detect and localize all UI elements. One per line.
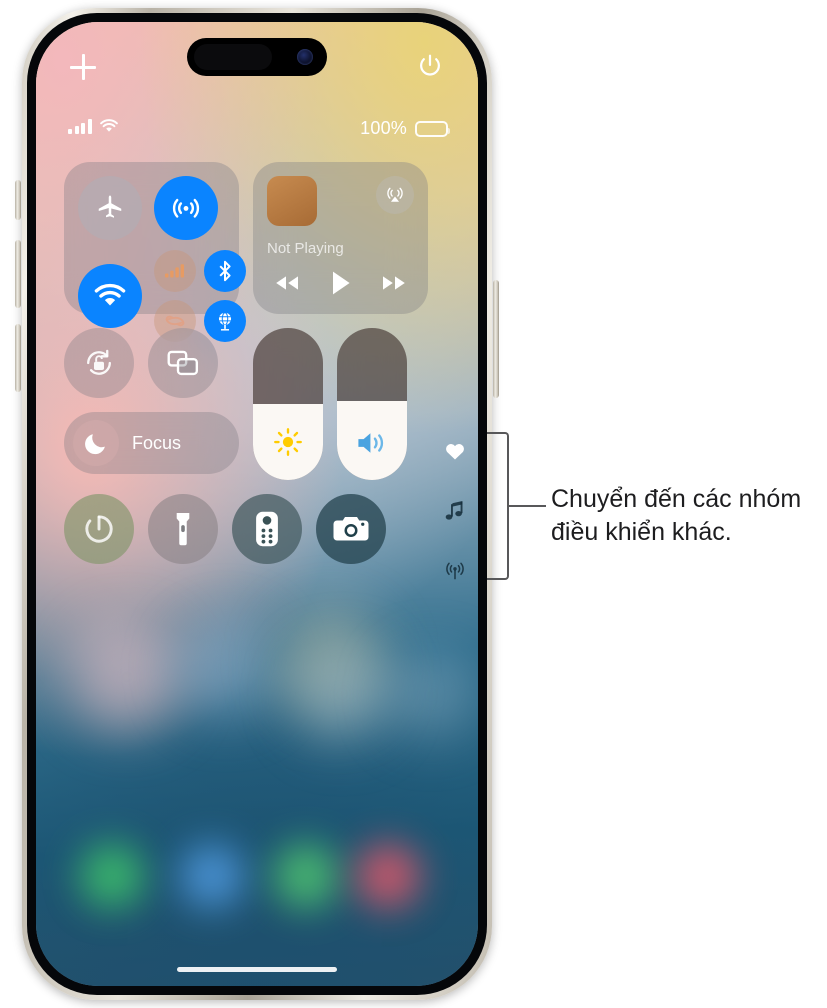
apple-tv-remote-icon xyxy=(256,511,278,547)
screen-mirroring-toggle[interactable] xyxy=(148,328,218,398)
bluetooth-toggle[interactable] xyxy=(204,250,246,292)
speaker-glyph xyxy=(358,433,384,453)
fast-forward-icon[interactable] xyxy=(380,273,408,293)
media-transport-controls xyxy=(267,270,414,296)
airdrop-icon xyxy=(172,198,200,218)
rotation-lock-toggle[interactable] xyxy=(64,328,134,398)
media-playback-module[interactable]: Not Playing xyxy=(253,162,428,314)
wallpaper-blob-e xyxy=(388,652,474,738)
wallpaper-blob-a xyxy=(72,622,182,732)
front-camera-icon xyxy=(297,49,313,65)
control-center-row-1: Not Playing xyxy=(64,162,450,342)
dock-icon-1 xyxy=(80,844,144,908)
play-icon[interactable] xyxy=(329,270,353,296)
screen-mirroring-icon xyxy=(167,350,199,376)
cellular-data-icon xyxy=(165,264,184,278)
callout-text: Chuyển đến các nhóm điều khiển khác. xyxy=(551,485,802,546)
dock-icon-3 xyxy=(274,844,338,908)
airplay-audio-icon[interactable] xyxy=(376,176,414,214)
apple-tv-remote-button[interactable] xyxy=(232,494,302,564)
dock-icon-2 xyxy=(180,844,244,908)
dock-icon-4 xyxy=(356,844,420,908)
music-note-icon[interactable] xyxy=(444,500,466,522)
airplay-glyph xyxy=(387,187,403,202)
flashlight-icon xyxy=(176,513,190,546)
control-group-rail[interactable] xyxy=(444,440,466,582)
connectivity-sub-grid xyxy=(154,250,246,342)
side-power-button[interactable] xyxy=(493,280,499,398)
wifi-toggle[interactable] xyxy=(78,264,142,328)
camera-icon xyxy=(333,517,369,541)
airplane-mode-toggle[interactable] xyxy=(78,176,142,240)
vpn-globe-icon xyxy=(218,312,232,331)
iphone-device-frame: 100% Not Playing Focus xyxy=(15,8,499,1000)
airplane-icon xyxy=(98,195,122,218)
heart-glyph xyxy=(446,444,464,460)
wifi-icon xyxy=(99,119,118,132)
media-title: Not Playing xyxy=(267,240,344,257)
moon-glyph xyxy=(85,434,105,455)
broadcast-glyph xyxy=(446,562,464,580)
sun-glyph xyxy=(274,428,302,456)
heart-icon[interactable] xyxy=(444,440,466,462)
left-controls-column: Focus xyxy=(64,328,239,480)
add-control-icon[interactable] xyxy=(70,54,96,80)
signal-bars-icon xyxy=(68,119,92,134)
camera-button[interactable] xyxy=(316,494,386,564)
volume-speaker-icon xyxy=(355,429,389,462)
action-mute-button[interactable] xyxy=(15,180,21,220)
bluetooth-icon xyxy=(219,260,231,282)
timer-icon xyxy=(85,515,113,543)
screenshot-stage: 100% Not Playing Focus Chuyển đến các nh… xyxy=(0,0,827,1008)
vpn-toggle[interactable] xyxy=(204,300,246,342)
power-icon[interactable] xyxy=(416,52,444,80)
quick-actions-row xyxy=(64,494,450,564)
battery-percentage: 100% xyxy=(360,118,407,138)
status-bar: 100% xyxy=(36,118,478,144)
wifi-icon xyxy=(94,283,126,306)
rotation-lock-icon xyxy=(87,349,111,375)
wallpaper-blob-b xyxy=(176,618,276,718)
slider-group xyxy=(253,328,407,480)
dynamic-island xyxy=(187,38,327,76)
status-left-group xyxy=(68,118,119,134)
moon-icon xyxy=(73,420,119,466)
control-center: Not Playing Focus xyxy=(36,162,478,564)
connectivity-broadcast-icon[interactable] xyxy=(444,560,466,582)
callout-leader-line xyxy=(508,505,546,507)
status-right-group: 100% xyxy=(360,118,450,139)
focus-label: Focus xyxy=(132,432,182,453)
home-indicator[interactable] xyxy=(177,967,337,972)
device-bezel: 100% Not Playing Focus xyxy=(27,13,487,995)
volume-slider[interactable] xyxy=(337,328,407,480)
wallpaper-blob-d xyxy=(294,646,390,742)
volume-up-button[interactable] xyxy=(15,240,21,308)
cellular-data-toggle[interactable] xyxy=(154,250,196,292)
battery-full-icon xyxy=(415,120,450,137)
volume-down-button[interactable] xyxy=(15,324,21,392)
control-center-row-2: Focus xyxy=(64,328,450,480)
flashlight-button[interactable] xyxy=(148,494,218,564)
callout-bracket xyxy=(487,432,509,580)
album-art-placeholder xyxy=(267,176,317,226)
music-note-glyph xyxy=(445,501,463,520)
airdrop-toggle[interactable] xyxy=(154,176,218,240)
focus-button[interactable]: Focus xyxy=(64,412,239,474)
rewind-icon[interactable] xyxy=(273,273,301,293)
brightness-slider[interactable] xyxy=(253,328,323,480)
device-screen: 100% Not Playing Focus xyxy=(36,22,478,986)
timer-button[interactable] xyxy=(64,494,134,564)
connectivity-module[interactable] xyxy=(64,162,246,342)
brightness-sun-icon xyxy=(273,427,303,462)
